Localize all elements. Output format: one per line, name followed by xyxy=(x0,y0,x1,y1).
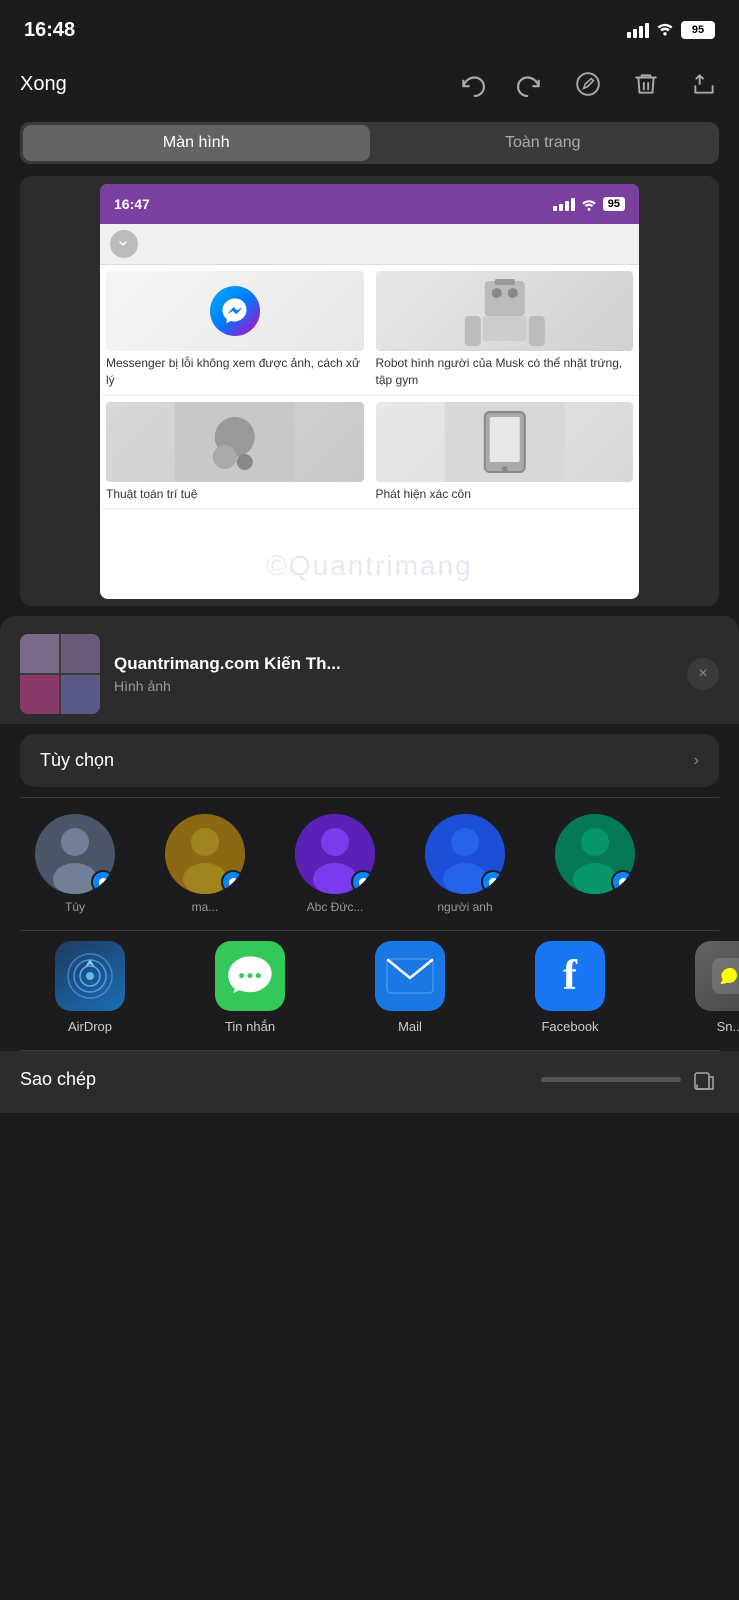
status-bar: 16:48 95 xyxy=(0,0,739,54)
browser-preview: 16:47 95 xyxy=(100,184,639,599)
mail-icon xyxy=(375,941,445,1011)
contact-item-4[interactable]: người anh xyxy=(400,814,530,914)
toolbar: Xong xyxy=(0,54,739,114)
news-title-1: Messenger bị lỗi không xem được ảnh, các… xyxy=(106,355,364,389)
browser-statusbar: 16:47 95 xyxy=(100,184,639,224)
preview-area: 16:47 95 xyxy=(20,176,719,606)
contact-badge-1 xyxy=(91,870,115,894)
battery-icon: 95 xyxy=(681,21,715,39)
messages-icon xyxy=(215,941,285,1011)
signal-icon xyxy=(627,23,649,38)
markup-button[interactable] xyxy=(573,69,603,99)
browser-battery: 95 xyxy=(603,197,625,211)
status-time: 16:48 xyxy=(24,19,75,42)
contact-name-2: ma... xyxy=(192,900,219,914)
share-header: Quantrimang.com Kiến Th... Hình ảnh × xyxy=(0,616,739,724)
news-item-1: Messenger bị lỗi không xem được ảnh, các… xyxy=(100,265,370,396)
app-share-row: AirDrop Tin nhắn Mail xyxy=(0,931,739,1050)
home-indicator xyxy=(541,1077,681,1082)
contact-badge-4 xyxy=(481,870,505,894)
contact-item-3[interactable]: Abc Đức... xyxy=(270,814,400,914)
share-thumbnail xyxy=(20,634,100,714)
share-info: Quantrimang.com Kiến Th... Hình ảnh xyxy=(114,654,673,694)
news-thumb-1 xyxy=(106,271,364,351)
mail-share-item[interactable]: Mail xyxy=(330,941,490,1034)
mail-label: Mail xyxy=(398,1019,422,1034)
redo-button[interactable] xyxy=(515,69,545,99)
news-item-4: Phát hiện xác côn xyxy=(370,396,640,510)
contact-avatar-3 xyxy=(295,814,375,894)
toolbar-icons xyxy=(457,69,719,99)
share-title: Quantrimang.com Kiến Th... xyxy=(114,654,673,674)
copy-button[interactable]: Sao chép xyxy=(20,1069,96,1090)
browser-status-icons: 95 xyxy=(553,197,625,211)
contact-name-3: Abc Đức... xyxy=(307,900,364,914)
segment-screen[interactable]: Màn hình xyxy=(23,125,370,161)
messages-share-item[interactable]: Tin nhắn xyxy=(170,941,330,1034)
trash-button[interactable] xyxy=(631,69,661,99)
segment-control: Màn hình Toàn trang xyxy=(20,122,719,164)
done-button[interactable]: Xong xyxy=(20,73,67,96)
contact-item-5[interactable] xyxy=(530,814,660,914)
browser-signal xyxy=(553,198,575,211)
bottom-bar: Sao chép xyxy=(0,1051,739,1113)
news-thumb-4 xyxy=(376,402,634,482)
facebook-icon: f xyxy=(535,941,605,1011)
segment-fullpage[interactable]: Toàn trang xyxy=(370,125,717,161)
share-sheet: Quantrimang.com Kiến Th... Hình ảnh × Tù… xyxy=(0,616,739,1113)
facebook-label: Facebook xyxy=(541,1019,598,1034)
facebook-share-item[interactable]: f Facebook xyxy=(490,941,650,1034)
share-close-button[interactable]: × xyxy=(687,658,719,690)
status-icons: 95 xyxy=(627,20,715,41)
more-icon xyxy=(695,941,739,1011)
more-share-item[interactable]: Sn... xyxy=(650,941,739,1034)
news-title-2: Robot hình người của Musk có thể nhặt tr… xyxy=(376,355,634,389)
share-action-icon[interactable] xyxy=(691,1065,719,1093)
wifi-icon xyxy=(655,20,675,41)
news-title-3: Thuật toán trí tuệ xyxy=(106,486,364,503)
airdrop-share-item[interactable]: AirDrop xyxy=(10,941,170,1034)
contact-avatar-2 xyxy=(165,814,245,894)
contacts-row: Tùy ma... xyxy=(0,798,739,930)
news-grid: Messenger bị lỗi không xem được ảnh, các… xyxy=(100,265,639,509)
messages-label: Tin nhắn xyxy=(225,1019,275,1034)
more-label: Sn... xyxy=(717,1019,739,1034)
facebook-f-icon: f xyxy=(563,955,577,997)
browser-time: 16:47 xyxy=(114,196,150,212)
contact-avatar-5 xyxy=(555,814,635,894)
news-item-3: Thuật toán trí tuệ xyxy=(100,396,370,510)
airdrop-icon xyxy=(55,941,125,1011)
news-title-4: Phát hiện xác côn xyxy=(376,486,634,503)
contact-avatar-4 xyxy=(425,814,505,894)
options-button[interactable]: Tùy chọn › xyxy=(20,734,719,787)
contact-badge-5 xyxy=(611,870,635,894)
undo-button[interactable] xyxy=(457,69,487,99)
options-label: Tùy chọn xyxy=(40,750,114,771)
share-button[interactable] xyxy=(689,69,719,99)
options-chevron-icon: › xyxy=(694,752,699,770)
share-subtitle: Hình ảnh xyxy=(114,678,673,694)
messenger-icon xyxy=(210,286,260,336)
contact-avatar-1 xyxy=(35,814,115,894)
contact-name-4: người anh xyxy=(437,900,492,914)
contact-name-1: Tùy xyxy=(65,900,85,914)
contact-item-1[interactable]: Tùy xyxy=(10,814,140,914)
airdrop-label: AirDrop xyxy=(68,1019,112,1034)
contact-item-2[interactable]: ma... xyxy=(140,814,270,914)
news-thumb-2 xyxy=(376,271,634,351)
contact-badge-2 xyxy=(221,870,245,894)
news-thumb-3 xyxy=(106,402,364,482)
contact-badge-3 xyxy=(351,870,375,894)
news-item-2: Robot hình người của Musk có thể nhặt tr… xyxy=(370,265,640,396)
